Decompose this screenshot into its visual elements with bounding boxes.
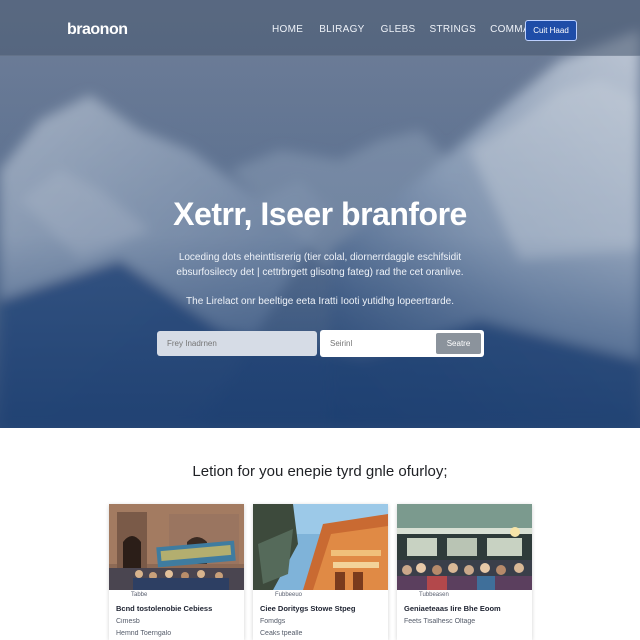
hero-title: Xetrr, Iseer branfore xyxy=(173,196,467,232)
nav-link-home[interactable]: HOME xyxy=(272,24,303,35)
card-meta: Feets Tisalhesc Oltage xyxy=(404,618,476,625)
hero-subtitle: Loceding dots eheinttisrerig (tier colal… xyxy=(176,252,464,278)
card-tag: Fubbeeuo xyxy=(275,592,303,598)
card-meta: Cimesb xyxy=(116,618,140,625)
card-title: Geniaeteaas Iire Bhe Eoom xyxy=(404,604,501,613)
nav-cta-button[interactable]: Cuit Haad xyxy=(525,20,577,41)
nav-link-3[interactable]: GLEBS xyxy=(381,24,416,35)
card-title: Ciee Doritygs Stowe Stpeg xyxy=(260,604,356,613)
card-image-temple xyxy=(253,504,388,590)
destination-card[interactable]: Tubbeasen Geniaeteaas Iire Bhe Eoom Feet… xyxy=(397,504,532,640)
card-title: Bcnd tostolenobie Cebiess xyxy=(116,604,213,613)
section-heading: Letion for you enepie tyrd gnle ofurloy; xyxy=(192,463,448,480)
top-navbar: braonon HOME BLIRAGY GLEBS STRINGS COMMA… xyxy=(0,0,640,56)
card-meta-secondary: Hemnd Toerngalo xyxy=(116,630,172,637)
search-button[interactable]: Seatre xyxy=(436,333,481,354)
nav-link-2[interactable]: BLIRAGY xyxy=(319,24,364,35)
search-input[interactable] xyxy=(320,330,430,357)
card-tag: Tubbeasen xyxy=(419,592,449,598)
card-meta: Fomdgs xyxy=(260,618,286,625)
card-tag: Tabbe xyxy=(131,592,148,598)
nav-link-4[interactable]: STRINGS xyxy=(430,24,477,35)
destination-card[interactable]: Tabbe Bcnd tostolenobie Cebiess Cimesb H… xyxy=(109,504,244,640)
nav-links: HOME BLIRAGY GLEBS STRINGS COMMAVIS▾ xyxy=(272,24,553,35)
card-image-castle-market xyxy=(109,504,244,590)
hero-section: braonon HOME BLIRAGY GLEBS STRINGS COMMA… xyxy=(0,0,640,428)
search-box: Seatre xyxy=(320,330,484,357)
destination-card[interactable]: Fubbeeuo Ciee Doritygs Stowe Stpeg Fomdg… xyxy=(253,504,388,640)
brand-logo[interactable]: braonon xyxy=(67,21,128,39)
hero-subtitle-secondary: The Lirelact onr beeltige eeta Iratti Io… xyxy=(186,296,454,307)
card-image-market-hall xyxy=(397,504,532,590)
search-location-input[interactable] xyxy=(157,331,317,356)
card-meta-secondary: Ceaks tpealle xyxy=(260,630,303,637)
